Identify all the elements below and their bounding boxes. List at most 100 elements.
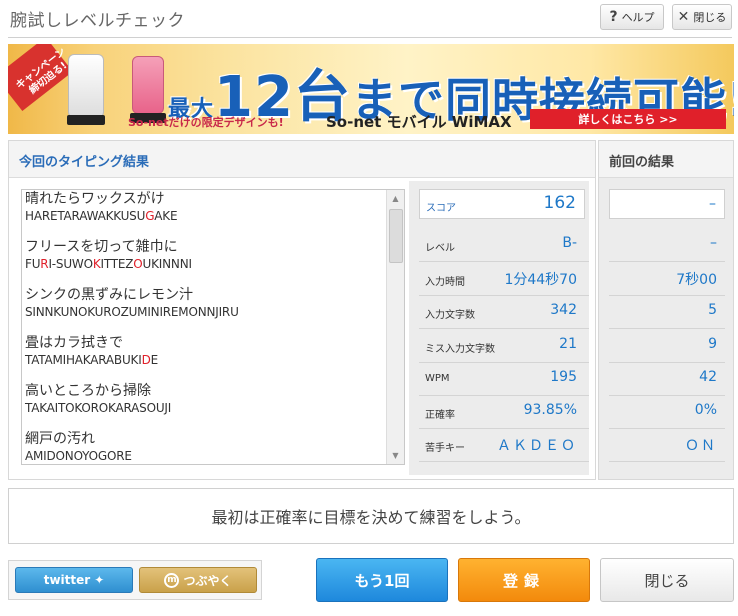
romaji-segment: HARETARAWAKKUSU bbox=[25, 209, 146, 223]
typed-line-romaji: HARETARAWAKKUSUGAKE bbox=[22, 208, 386, 225]
time-label: 入力時間 bbox=[425, 277, 465, 288]
typed-line-japanese: 畳はカラ拭きで bbox=[25, 335, 123, 351]
typed-line-romaji: TATAMIHAKARABUKIDE bbox=[22, 352, 386, 369]
typed-line-romaji: FURI-SUWOKITTEZOUKINNNI bbox=[22, 256, 386, 273]
miss-label: ミス入力文字数 bbox=[425, 344, 495, 355]
prev-score-value: – bbox=[709, 196, 716, 212]
prev-row-time: 7秒00 bbox=[609, 263, 725, 296]
score-label: スコア bbox=[426, 203, 456, 214]
close-top-label: 閉じる bbox=[693, 11, 727, 24]
banner-cta-button[interactable]: 詳しくはこちら >> bbox=[530, 109, 726, 129]
romaji-error-char: O bbox=[133, 257, 143, 271]
romaji-segment: SINNKUNOKUROZUMINIREMONNJIRU bbox=[25, 305, 239, 319]
stat-row-wpm: WPM 195 bbox=[419, 363, 589, 396]
prev-row-accuracy: 0% bbox=[609, 396, 725, 429]
romaji-segment: I-SUWO bbox=[48, 257, 93, 271]
banner-brand: So-net モバイル WiMAX bbox=[326, 113, 512, 131]
romaji-error-char: K bbox=[92, 257, 101, 271]
romaji-segment: ITTEZ bbox=[100, 257, 134, 271]
weak-keys-value: ＡＫＤＥＯ bbox=[497, 438, 577, 454]
scroll-thumb[interactable] bbox=[389, 209, 403, 263]
stat-row-time: 入力時間 1分44秒70 bbox=[419, 263, 589, 296]
typed-line-romaji: TAKAITOKOROKARASOUJI bbox=[22, 400, 386, 417]
scroll-up-icon[interactable]: ▲ bbox=[387, 190, 404, 207]
tsubuyaku-button[interactable]: m つぶやく bbox=[139, 567, 257, 593]
social-share-box: twitter ✦ m つぶやく bbox=[8, 560, 262, 600]
header: 腕試しレベルチェック ? ヘルプ ✕ 閉じる bbox=[0, 0, 738, 38]
prev-row-wpm: 42 bbox=[609, 363, 725, 396]
typed-lines: 晴れたらワックスがけ HARETARAWAKKUSUGAKE フリースを切って雑巾に… bbox=[22, 190, 386, 464]
previous-result-header: 前回の結果 bbox=[599, 141, 733, 178]
prev-row-level: – bbox=[609, 229, 725, 262]
twitter-label: twitter bbox=[43, 573, 91, 587]
header-divider bbox=[8, 37, 732, 38]
romaji-segment: TATAMIHAKARABUKI bbox=[25, 353, 142, 367]
typed-line-romaji: AMIDONOYOGORE bbox=[22, 448, 386, 464]
romaji-error-char: G bbox=[145, 209, 155, 223]
page-title: 腕試しレベルチェック bbox=[10, 11, 185, 31]
current-result-title: 今回のタイピング結果 bbox=[19, 155, 150, 170]
romaji-segment: UKINNNI bbox=[142, 257, 192, 271]
stat-row-miss: ミス入力文字数 21 bbox=[419, 330, 589, 363]
prev-level-value: – bbox=[710, 235, 717, 251]
close-icon: ✕ bbox=[677, 9, 690, 25]
chars-label: 入力文字数 bbox=[425, 310, 475, 321]
prev-row-chars: 5 bbox=[609, 296, 725, 329]
ad-banner[interactable]: キャンペーン 締切迫る! 最大12台まで同時接続可能!! So-netだけの限定… bbox=[8, 44, 734, 134]
close-top-button[interactable]: ✕ 閉じる bbox=[672, 4, 732, 30]
prev-wpm-value: 42 bbox=[699, 369, 717, 385]
weak-keys-label: 苦手キー bbox=[425, 443, 465, 454]
previous-result-panel: 前回の結果 – – 7秒00 5 9 42 0% ＯＮ bbox=[598, 140, 734, 480]
router-device-white bbox=[67, 54, 105, 125]
typed-line-japanese: 網戸の汚れ bbox=[25, 431, 95, 447]
accuracy-label: 正確率 bbox=[425, 410, 455, 421]
prev-accuracy-value: 0% bbox=[694, 402, 717, 418]
advice-message: 最初は正確率に目標を決めて練習をしよう。 bbox=[8, 488, 734, 544]
miss-value: 21 bbox=[559, 336, 577, 352]
scroll-down-icon[interactable]: ▼ bbox=[387, 447, 404, 464]
romaji-segment: TAKAITOKOROKARASOUJI bbox=[25, 401, 172, 415]
twitter-bird-icon: ✦ bbox=[94, 573, 105, 587]
chars-value: 342 bbox=[550, 302, 577, 318]
prev-time-value: 7秒00 bbox=[676, 272, 717, 288]
typed-line-japanese: 高いところから掃除 bbox=[25, 383, 151, 399]
retry-button[interactable]: もう1回 bbox=[316, 558, 448, 602]
romaji-segment: E bbox=[150, 353, 159, 367]
register-button[interactable]: 登録 bbox=[458, 558, 590, 602]
romaji-error-char: D bbox=[141, 353, 151, 367]
wpm-value: 195 bbox=[550, 369, 577, 385]
scrollbar[interactable]: ▲ ▼ bbox=[386, 190, 404, 464]
romaji-segment: AKE bbox=[154, 209, 178, 223]
prev-miss-value: 9 bbox=[708, 336, 717, 352]
twitter-button[interactable]: twitter ✦ bbox=[15, 567, 133, 593]
help-label: ヘルプ bbox=[621, 11, 655, 24]
close-button[interactable]: 閉じる bbox=[600, 558, 734, 602]
banner-sub: So-netだけの限定デザインも! bbox=[128, 116, 284, 129]
prev-score-box: – bbox=[609, 189, 725, 219]
stat-row-chars: 入力文字数 342 bbox=[419, 296, 589, 329]
prev-row-weak: ＯＮ bbox=[609, 429, 725, 462]
help-button[interactable]: ? ヘルプ bbox=[600, 4, 664, 30]
question-icon: ? bbox=[609, 9, 618, 25]
time-value: 1分44秒70 bbox=[504, 272, 577, 288]
stat-row-accuracy: 正確率 93.85% bbox=[419, 396, 589, 429]
accuracy-value: 93.85% bbox=[523, 402, 577, 418]
typed-line-japanese: シンクの黒ずみにレモン汁 bbox=[25, 287, 193, 303]
previous-result-title: 前回の結果 bbox=[609, 155, 675, 170]
current-result-panel: 今回のタイピング結果 晴れたらワックスがけ HARETARAWAKKUSUGAKE… bbox=[8, 140, 596, 480]
tsubuyaku-label: つぶやく bbox=[183, 573, 232, 588]
current-result-header: 今回のタイピング結果 bbox=[9, 141, 595, 178]
typed-line-romaji: SINNKUNOKUROZUMINIREMONNJIRU bbox=[22, 304, 386, 321]
romaji-segment: FU bbox=[25, 257, 41, 271]
typed-line-japanese: 晴れたらワックスがけ bbox=[25, 191, 165, 207]
prev-weak-keys-value: ＯＮ bbox=[685, 438, 717, 454]
router-device-pink bbox=[130, 56, 166, 123]
score-box: スコア 162 bbox=[419, 189, 585, 219]
prev-row-miss: 9 bbox=[609, 330, 725, 363]
typed-line-japanese: フリースを切って雑巾に bbox=[25, 239, 178, 255]
score-value: 162 bbox=[543, 193, 576, 213]
level-label: レベル bbox=[425, 243, 455, 254]
stat-row-weak: 苦手キー ＡＫＤＥＯ bbox=[419, 429, 589, 462]
stat-row-level: レベル B- bbox=[419, 229, 589, 262]
typed-text-box[interactable]: 晴れたらワックスがけ HARETARAWAKKUSUGAKE フリースを切って雑巾に… bbox=[21, 189, 405, 465]
